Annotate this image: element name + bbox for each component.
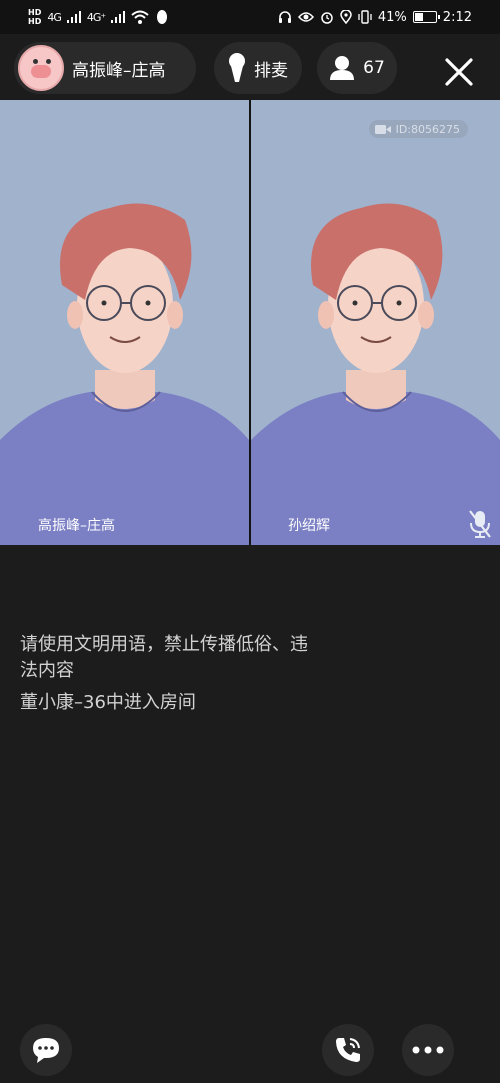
video-area: 高振峰–庄高 ID:8056275 孙绍辉: [0, 100, 500, 545]
system-notice: 请使用文明用语，禁止传播低俗、违法内容: [20, 634, 308, 681]
network-type-2: 4G⁺: [86, 10, 106, 24]
avatar-eye-right: [46, 59, 51, 64]
hd-label-top: HD: [28, 8, 42, 17]
avatar-eye-left: [33, 59, 38, 64]
video-panel-host[interactable]: 高振峰–庄高: [0, 100, 249, 545]
mic-muted-icon: [469, 510, 491, 538]
chat-bubble-icon: [33, 1038, 59, 1063]
mic-queue-label: 排麦: [254, 60, 288, 81]
wifi-icon: [131, 10, 149, 24]
avatar-placeholder-illustration: [0, 203, 249, 545]
battery-icon: [412, 11, 440, 23]
close-button[interactable]: [440, 53, 478, 91]
headset-icon: [278, 11, 291, 23]
signal-icon-2: [111, 11, 126, 23]
battery-percent: 41%: [377, 9, 407, 25]
host-avatar[interactable]: [18, 45, 64, 91]
status-right: 41% 2:12: [278, 10, 472, 25]
phone-call-icon: [336, 1038, 360, 1062]
host-chip[interactable]: 高振峰–庄高: [14, 42, 196, 94]
room-id-badge: ID:8056275: [368, 120, 468, 138]
signal-icon: [66, 11, 81, 23]
guest-video-name: 孙绍辉: [288, 518, 330, 534]
user-icon: [330, 56, 355, 80]
host-video-name: 高振峰–庄高: [38, 518, 115, 534]
status-bar: HD HD 4G 4G⁺ 41% 2:12: [0, 0, 500, 34]
room-header: 高振峰–庄高 排麦 67: [0, 34, 500, 100]
chat-messages: 请使用文明用语，禁止传播低俗、违法内容 董小康–36中进入房间: [20, 632, 320, 722]
alarm-icon: [321, 12, 333, 24]
network-type-1: 4G: [47, 10, 61, 24]
battery-fill: [414, 13, 423, 21]
viewer-count: 67: [363, 58, 385, 78]
location-icon: [340, 10, 352, 24]
room-id: ID:8056275: [395, 122, 460, 136]
close-icon: [445, 58, 473, 86]
avatar-snout: [31, 65, 51, 78]
hd-label-bottom: HD: [28, 17, 42, 26]
more-dots-icon: [412, 1046, 444, 1054]
host-name: 高振峰–庄高: [72, 60, 166, 81]
eye-icon: [297, 12, 314, 22]
video-panel-guest[interactable]: ID:8056275 孙绍辉: [251, 100, 500, 545]
vibrate-icon: [358, 10, 372, 24]
join-notice: 董小康–36中进入房间: [20, 692, 196, 713]
qq-penguin-icon: [157, 10, 168, 24]
mic-queue-button[interactable]: 排麦: [214, 42, 302, 94]
video-camera-icon: [374, 124, 391, 134]
chat-button[interactable]: [20, 1024, 72, 1076]
more-options-button[interactable]: [402, 1024, 454, 1076]
clock: 2:12: [442, 9, 472, 25]
avatar-placeholder-illustration: [251, 203, 500, 545]
hd-indicator: HD HD: [28, 8, 41, 26]
status-left: HD HD 4G 4G⁺: [28, 8, 169, 26]
mic-icon: [229, 53, 245, 82]
voice-call-button[interactable]: [322, 1024, 374, 1076]
viewer-count-button[interactable]: 67: [317, 42, 397, 94]
